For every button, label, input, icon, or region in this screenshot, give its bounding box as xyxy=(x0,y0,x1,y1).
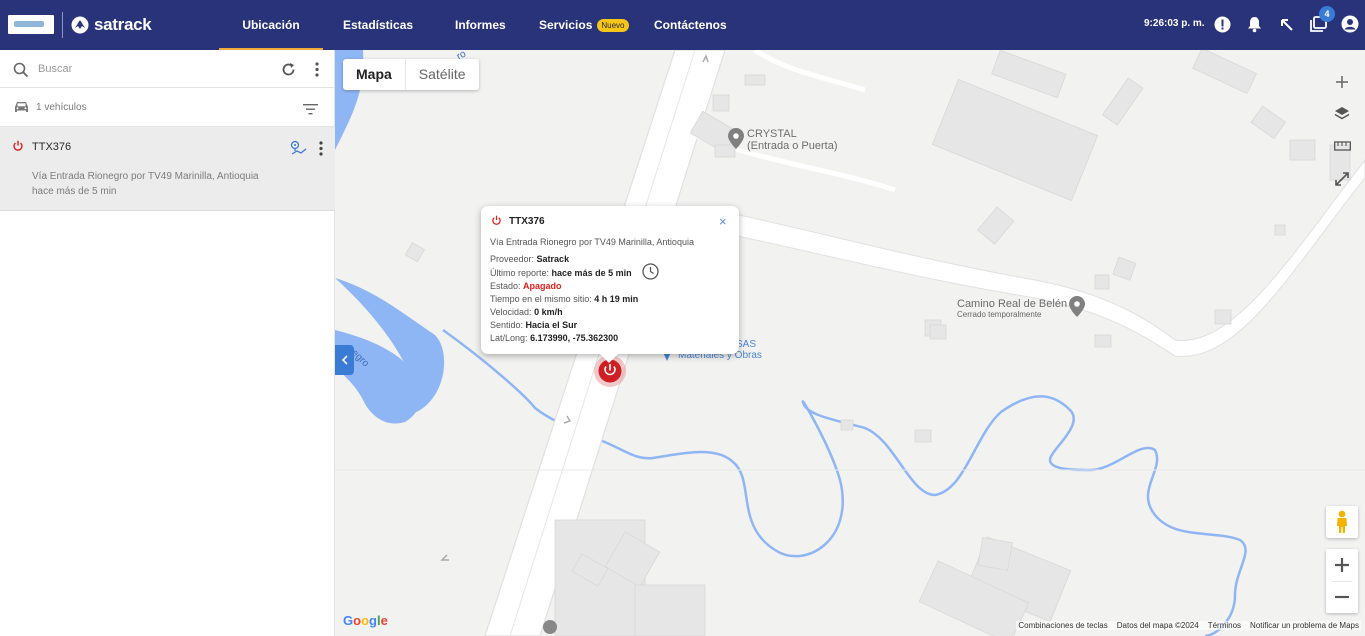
popup-address: Vía Entrada Rionegro por TV49 Marinilla,… xyxy=(490,237,694,247)
bell-icon[interactable] xyxy=(1244,14,1264,34)
clock-icon xyxy=(642,263,659,282)
satrack-logo-icon xyxy=(71,16,89,34)
tab-estadisticas-label: Estadísticas xyxy=(343,18,414,32)
vehicle-sidebar: 1 vehículos TTX376 Vía Entrada Rionegro … xyxy=(0,50,335,636)
vehicle-list-item[interactable]: TTX376 Vía Entrada Rionegro por TV49 Mar… xyxy=(0,127,335,211)
popup-speed: 0 km/h xyxy=(534,307,563,317)
map-view[interactable]: CRYSTAL (Entrada o Puerta) Camino Real d… xyxy=(335,50,1365,636)
vehicle-options-icon[interactable] xyxy=(318,141,324,161)
company-logo xyxy=(8,15,54,34)
popup-state: Apagado xyxy=(523,281,562,291)
map-data-text: Datos del mapa ©2024 xyxy=(1116,621,1199,630)
popup-last-report: hace más de 5 min xyxy=(551,268,632,278)
map-footer: Combinaciones de teclas Datos del mapa ©… xyxy=(1016,621,1361,630)
map-type-control: Mapa Satélite xyxy=(343,59,479,90)
tab-estadisticas[interactable]: Estadísticas xyxy=(343,0,413,50)
tab-servicios-label: Servicios xyxy=(539,18,593,32)
alert-icon[interactable] xyxy=(1212,14,1232,34)
tab-contactenos-label: Contáctenos xyxy=(654,18,727,32)
brand-name: satrack xyxy=(94,15,152,34)
terms-link[interactable]: Términos xyxy=(1208,621,1241,630)
place-label-camino-real[interactable]: Camino Real de Belén Cerrado temporalmen… xyxy=(957,298,1067,319)
map-type-map-button[interactable]: Mapa xyxy=(343,59,405,90)
account-icon[interactable] xyxy=(1340,14,1360,34)
clock: 9:26:03 p. m. xyxy=(1144,18,1205,29)
popup-time-label: Tiempo en el mismo sitio: xyxy=(490,294,592,304)
tab-ubicacion-label: Ubicación xyxy=(242,18,300,32)
tab-ubicacion[interactable]: Ubicación xyxy=(219,0,323,50)
search-icon xyxy=(13,62,29,83)
popup-latlong-row: Lat/Long: 6.173990, -75.362300 xyxy=(490,333,618,343)
popup-speed-row: Velocidad: 0 km/h xyxy=(490,307,563,317)
tab-servicios[interactable]: Servicios Nuevo xyxy=(539,0,629,50)
popup-last-report-label: Último reporte: xyxy=(490,268,550,278)
more-options-icon[interactable] xyxy=(314,62,320,82)
vehicle-count-row: 1 vehículos xyxy=(0,88,335,127)
chevron-left-icon xyxy=(341,355,348,365)
popup-latlong-label: Lat/Long: xyxy=(490,333,528,343)
arrow-up-left-icon[interactable] xyxy=(1276,14,1296,34)
zoom-control xyxy=(1326,549,1358,613)
place-sub-crystal: (Entrada o Puerta) xyxy=(747,140,838,152)
popup-state-row: Estado: Apagado xyxy=(490,281,562,291)
place-label-crystal[interactable]: CRYSTAL (Entrada o Puerta) xyxy=(747,128,838,152)
keyboard-shortcuts-link[interactable]: Combinaciones de teclas xyxy=(1018,621,1107,630)
fullscreen-icon[interactable] xyxy=(1328,165,1356,193)
popup-plate: TTX376 xyxy=(509,216,545,227)
notification-count-badge: 4 xyxy=(1319,6,1335,22)
popup-provider-row: Proveedor: Satrack xyxy=(490,254,569,264)
vehicle-last-report: hace más de 5 min xyxy=(32,186,117,197)
search-input[interactable] xyxy=(38,59,268,79)
popup-direction: Hacia el Sur xyxy=(525,320,578,330)
place-name-crystal: CRYSTAL xyxy=(747,128,797,140)
satrack-logo[interactable]: satrack xyxy=(71,14,152,36)
tab-contactenos[interactable]: Contáctenos xyxy=(654,0,727,50)
search-bar xyxy=(0,50,335,88)
ruler-icon[interactable] xyxy=(1328,132,1356,160)
zoom-divider xyxy=(1332,581,1352,582)
report-problem-link[interactable]: Notificar un problema de Maps xyxy=(1250,621,1359,630)
popup-power-off-icon xyxy=(491,215,502,228)
popup-time: 4 h 19 min xyxy=(594,294,639,304)
new-badge: Nuevo xyxy=(597,18,629,32)
vehicle-info-popup: TTX376 × Vía Entrada Rionegro por TV49 M… xyxy=(481,206,739,363)
top-navigation-bar: satrack Ubicación Estadísticas Informes … xyxy=(0,0,1365,50)
popup-last-report-row: Último reporte: hace más de 5 min xyxy=(490,268,632,278)
car-icon xyxy=(13,100,30,119)
popup-time-row: Tiempo en el mismo sitio: 4 h 19 min xyxy=(490,294,638,304)
place-sub-camino-real: Cerrado temporalmente xyxy=(957,310,1042,319)
tab-informes-label: Informes xyxy=(455,18,506,32)
vehicle-count: 1 vehículos xyxy=(36,102,87,113)
google-logo[interactable]: Google xyxy=(343,613,388,628)
popup-provider-label: Proveedor: xyxy=(490,254,535,264)
place-name-camino-real: Camino Real de Belén xyxy=(957,298,1068,310)
refresh-icon[interactable] xyxy=(281,62,296,82)
zoom-in-button[interactable] xyxy=(1328,551,1356,579)
popup-speed-label: Velocidad: xyxy=(490,307,532,317)
popup-direction-label: Sentido: xyxy=(490,320,524,330)
map-type-satellite-button[interactable]: Satélite xyxy=(404,59,479,90)
vehicle-address: Vía Entrada Rionegro por TV49 Marinilla,… xyxy=(32,171,259,182)
layers-icon[interactable] xyxy=(1328,100,1356,128)
popup-direction-row: Sentido: Hacia el Sur xyxy=(490,320,577,330)
pegman-icon[interactable] xyxy=(1326,506,1358,538)
vehicle-address-block: Vía Entrada Rionegro por TV49 Marinilla,… xyxy=(32,169,259,199)
filter-icon[interactable] xyxy=(303,102,318,120)
popup-state-label: Estado: xyxy=(490,281,521,291)
power-off-icon xyxy=(12,139,24,157)
popup-close-button[interactable]: × xyxy=(719,214,727,229)
popup-latlong: 6.173990, -75.362300 xyxy=(530,333,619,343)
route-icon[interactable] xyxy=(290,140,308,162)
logo-divider xyxy=(62,12,63,38)
plus-icon[interactable] xyxy=(1328,68,1356,96)
vehicle-plate: TTX376 xyxy=(32,141,72,153)
tab-informes[interactable]: Informes xyxy=(455,0,506,50)
zoom-out-button[interactable] xyxy=(1328,583,1356,611)
popup-provider: Satrack xyxy=(536,254,570,264)
collapse-sidebar-button[interactable] xyxy=(335,345,354,375)
